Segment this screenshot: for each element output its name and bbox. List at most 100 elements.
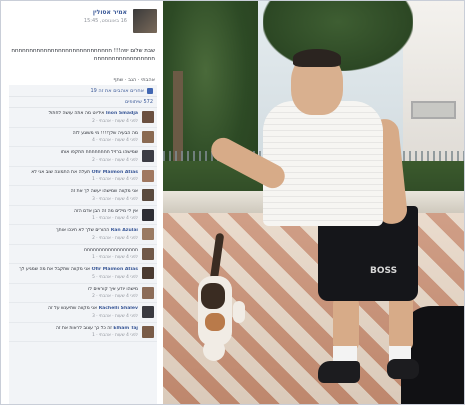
- commenter-avatar[interactable]: [142, 130, 154, 143]
- comment-text-line: מישהו יודע איך קוראים לו: [12, 287, 138, 294]
- comment-body: חחחחחחחחחחחחחחחחחח לפני 4 שעות · אהבתי · …: [12, 248, 138, 262]
- comment-item: Ran Azulai ההורים שלך לא חינכו אותך לפני …: [9, 225, 157, 245]
- comment-text-line: אני מקווה שמישהו יעשה לך את זה: [12, 189, 138, 196]
- comment-item: חחחחחחחחחחחחחחחחחח לפני 4 שעות · אהבתי · …: [9, 245, 157, 264]
- comment-meta[interactable]: לפני 4 שעות · אהבתי · 1: [12, 216, 138, 222]
- facebook-post-panel: אמיר אסולין 16 באוגוסט, 15:45 שבת שלום י…: [1, 1, 163, 404]
- comment-author[interactable]: Ofir Maimon Atias: [92, 267, 138, 272]
- comments-section: אחרים אוהבים את זה 19 572 שיתופים Inon S…: [9, 85, 157, 404]
- poster-name[interactable]: אמיר אסולין: [84, 9, 127, 16]
- commenter-avatar[interactable]: [142, 247, 154, 260]
- comment-item: מה הבעיה שלך!!!! מי משוגע לזה לפני 4 שעות…: [9, 128, 157, 147]
- comment-text: מה הבעיה שלך!!!! מי משוגע לזה: [72, 130, 138, 136]
- comment-item: שמישהו ברזיל חחחחחחחח תתקפו אותו לפני 4 ש…: [9, 147, 157, 167]
- comment-body: Rachelli Shalev אני מקווה שתיענש על זה לפ…: [12, 306, 138, 320]
- comment-item: Inon Smadja אידיוט מה אתה עושה לחתול לפני…: [9, 108, 157, 128]
- comment-text: אידיוט מה אתה עושה לחתול: [48, 111, 105, 116]
- comment-author[interactable]: Elham Taj: [113, 326, 138, 331]
- commenter-avatar[interactable]: [142, 111, 154, 123]
- comment-body: אני מקווה שמישהו יעשה לך את זה לפני 4 שעו…: [12, 189, 138, 203]
- comment-author[interactable]: Rachelli Shalev: [99, 306, 138, 311]
- comment-body: מישהו יודע איך קוראים לו לפני 4 שעות · אה…: [12, 287, 138, 301]
- like-thumb-icon: [147, 87, 153, 94]
- likes-text[interactable]: אחרים אוהבים את זה 19: [90, 85, 144, 97]
- comment-meta[interactable]: לפני 4 שעות · אהבתי · 3: [12, 197, 138, 203]
- commenter-avatar[interactable]: [142, 169, 154, 182]
- comment-author[interactable]: Ran Azulai: [111, 228, 138, 233]
- comment-meta[interactable]: לפני 4 שעות · אהבתי · 2: [12, 236, 138, 242]
- comment-text-line: Ofir Maimon Atias אני מקווה שתקבל את מה …: [12, 267, 138, 274]
- comment-meta[interactable]: לפני 4 שעות · אהבתי · 1: [12, 255, 138, 261]
- commenter-avatar[interactable]: [142, 306, 154, 318]
- comment-text-line: Ran Azulai ההורים שלך לא חינכו אותך: [12, 228, 138, 235]
- comment-text-line: מה הבעיה שלך!!!! מי משוגע לזה: [12, 131, 138, 138]
- commenter-avatar[interactable]: [142, 150, 154, 162]
- comment-meta[interactable]: לפני 4 שעות · אהבתי · 3: [12, 314, 138, 320]
- comment-author[interactable]: Inon Smadja: [106, 111, 138, 116]
- comment-text: זה כל כך עצוב לראות את זה: [55, 325, 112, 331]
- comment-item: אני מקווה שמישהו יעשה לך את זה לפני 4 שעו…: [9, 186, 157, 206]
- comment-meta[interactable]: לפני 4 שעות · אהבתי · 2: [12, 158, 138, 164]
- photo-shoe: [387, 359, 419, 379]
- photo-man-hair: [293, 49, 341, 67]
- shares-text[interactable]: 572 שיתופים: [125, 99, 153, 105]
- comment-item: Ofir Maimon Atias אני מקווה שתקבל את מה …: [9, 264, 157, 284]
- comment-meta[interactable]: לפני 4 שעות · אהבתי · 5: [12, 275, 138, 281]
- comment-item: Rachelli Shalev אני מקווה שתיענש על זה לפ…: [9, 303, 157, 323]
- comment-text-line: Elham Taj זה כל כך עצוב לראות את זה: [12, 326, 138, 333]
- comment-text: אני מקווה שמישהו יעשה לך את זה: [70, 189, 138, 194]
- photo-building-window: [411, 101, 456, 119]
- shares-row[interactable]: 572 שיתופים: [9, 97, 157, 108]
- shorts-logo-text: BOSS: [370, 266, 397, 275]
- comment-text: אני מקווה שתיענש על זה: [48, 306, 98, 311]
- comment-body: Ofir Maimon Atias תעלה את התמונה שוב אני…: [12, 170, 138, 184]
- commenter-avatar[interactable]: [142, 267, 154, 279]
- post-text: שבת שלום יפה!!! חחחחחחחחחחחחחחחחחחחחחחחח…: [11, 48, 155, 62]
- comment-meta[interactable]: לפני 4 שעות · אהבתי · 2: [12, 294, 138, 300]
- photo-cat-leg: [233, 301, 245, 323]
- poster-meta: אמיר אסולין 16 באוגוסט, 15:45: [84, 9, 127, 24]
- comment-text-line: אין לי מילים מה זה הבן אדם הזה: [12, 209, 138, 216]
- comment-body: שמישהו ברזיל חחחחחחחח תתקפו אותו לפני 4 ש…: [12, 150, 138, 164]
- comment-text: מישהו יודע איך קוראים לו: [88, 286, 138, 292]
- comment-item: Elham Taj זה כל כך עצוב לראות את זה לפני …: [9, 323, 157, 342]
- comment-meta[interactable]: לפני 4 שעות · אהבתי · 2: [12, 119, 138, 125]
- comment-text-line: Ofir Maimon Atias תעלה את התמונה שוב אני…: [12, 170, 138, 177]
- comment-text: חחחחחחחחחחחחחחחחחח: [83, 247, 138, 253]
- comment-body: Ran Azulai ההורים שלך לא חינכו אותך לפני …: [12, 228, 138, 242]
- comment-body: Ofir Maimon Atias אני מקווה שתקבל את מה …: [12, 267, 138, 281]
- commenter-avatar[interactable]: [142, 208, 154, 221]
- comment-meta[interactable]: לפני 4 שעות · אהבתי · 4: [12, 138, 138, 144]
- comment-body: מה הבעיה שלך!!!! מי משוגע לזה לפני 4 שעות…: [12, 131, 138, 145]
- comment-item: Ofir Maimon Atias תעלה את התמונה שוב אני…: [9, 167, 157, 186]
- comment-text-line: Inon Smadja אידיוט מה אתה עושה לחתול: [12, 111, 138, 118]
- comment-author[interactable]: Ofir Maimon Atias: [92, 170, 138, 175]
- commenter-avatar[interactable]: [142, 228, 154, 240]
- comment-list: Inon Smadja אידיוט מה אתה עושה לחתול לפני…: [9, 108, 157, 342]
- photo-cat-head: [203, 339, 225, 361]
- photo-man-shirt: [263, 101, 383, 226]
- comment-body: אין לי מילים מה זה הבן אדם הזה לפני 4 שעו…: [12, 209, 138, 223]
- comment-text: ההורים שלך לא חינכו אותך: [56, 228, 110, 233]
- photo-man-leg: [333, 296, 359, 351]
- comment-meta[interactable]: לפני 4 שעות · אהבתי · 1: [12, 177, 138, 183]
- photo-shoe: [318, 361, 360, 383]
- photo-cat-patch: [201, 283, 225, 309]
- poster-avatar[interactable]: [133, 9, 157, 33]
- comment-body: Elham Taj זה כל כך עצוב לראות את זה לפני …: [12, 326, 138, 340]
- post-timestamp[interactable]: 16 באוגוסט, 15:45: [84, 18, 127, 24]
- commenter-avatar[interactable]: [142, 325, 154, 338]
- comment-text: אין לי מילים מה זה הבן אדם הזה: [74, 208, 138, 214]
- likes-row[interactable]: אחרים אוהבים את זה 19: [9, 85, 157, 97]
- photo-cat-patch: [205, 313, 225, 331]
- comment-item: אין לי מילים מה זה הבן אדם הזה לפני 4 שעו…: [9, 206, 157, 225]
- shorts-logo: BOSS: [370, 266, 397, 275]
- post-photo[interactable]: BOSS: [163, 1, 464, 404]
- commenter-avatar[interactable]: [142, 189, 154, 201]
- comment-text-line: שמישהו ברזיל חחחחחחחח תתקפו אותו: [12, 150, 138, 157]
- post-header: אמיר אסולין 16 באוגוסט, 15:45: [1, 1, 163, 43]
- comment-meta[interactable]: לפני 4 שעות · אהבתי · 1: [12, 333, 138, 339]
- comment-text: אני מקווה שתקבל את מה שמגיע לך: [19, 267, 91, 272]
- commenter-avatar[interactable]: [142, 286, 154, 299]
- comment-body: Inon Smadja אידיוט מה אתה עושה לחתול לפני…: [12, 111, 138, 125]
